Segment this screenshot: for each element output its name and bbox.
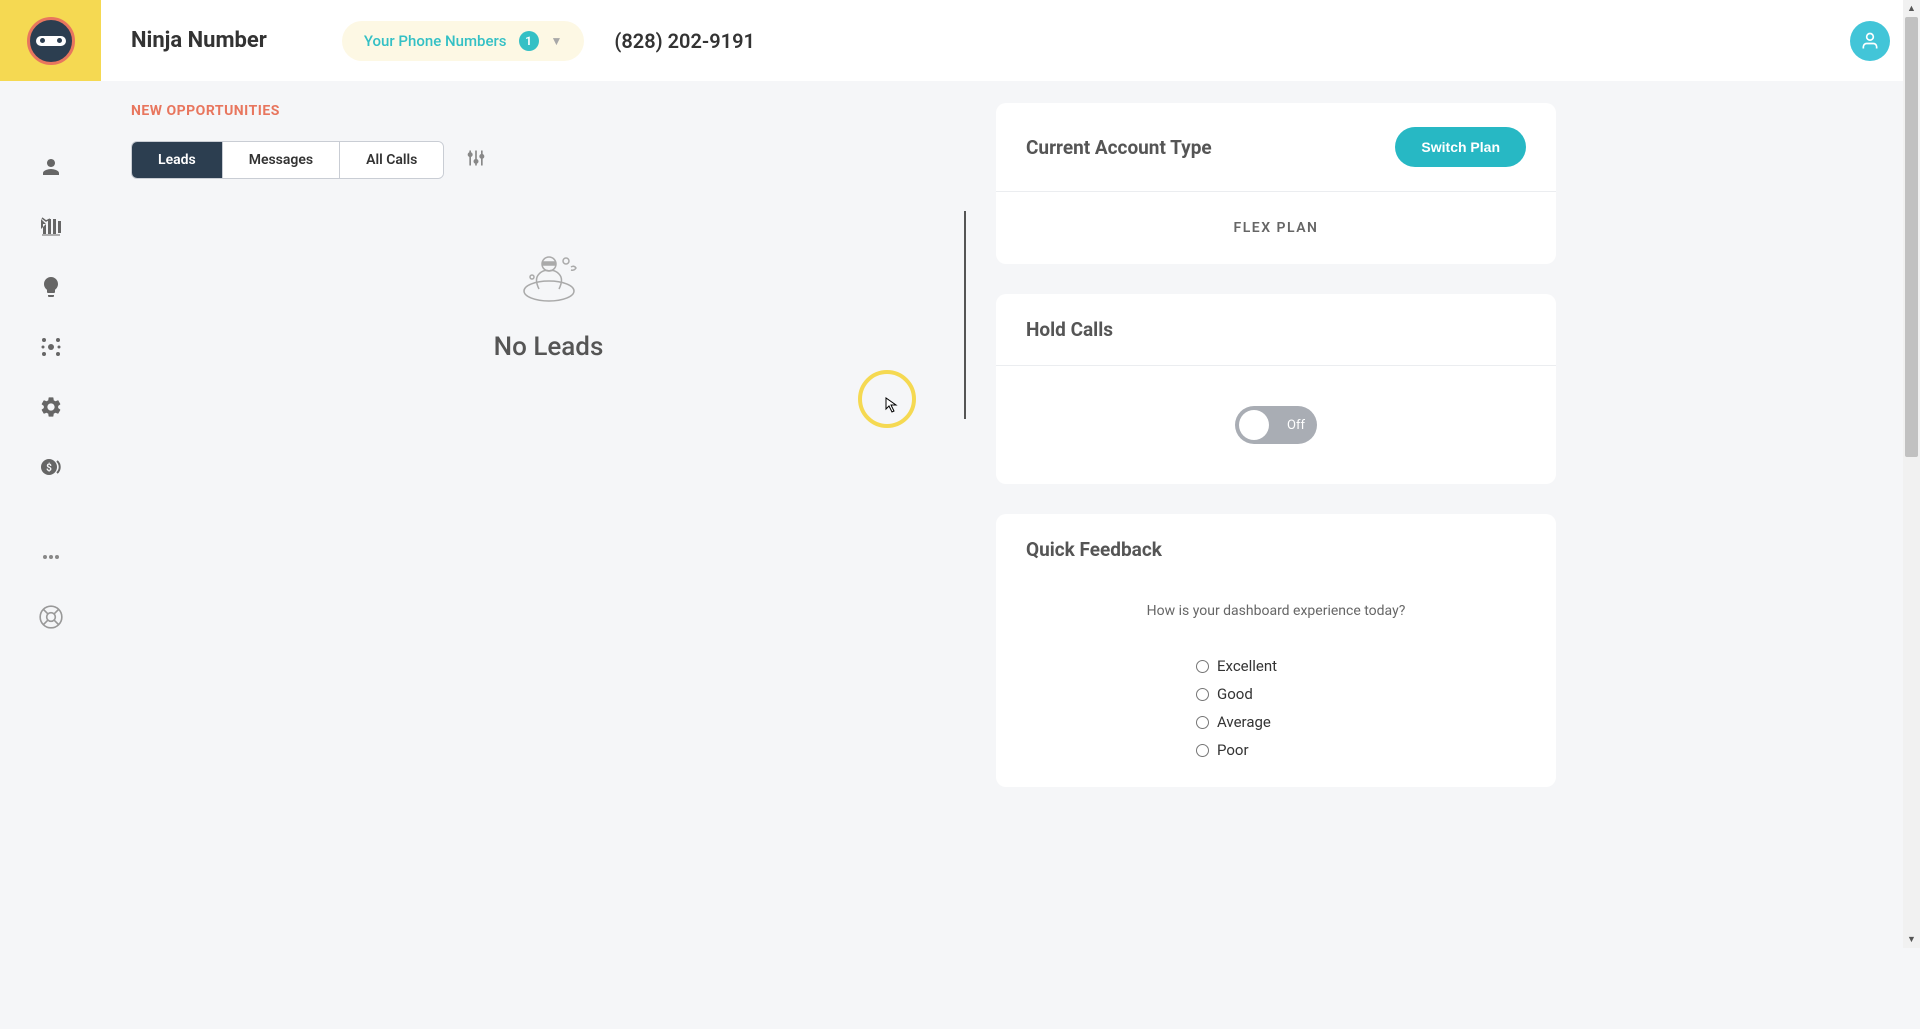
label-good: Good [1217,685,1253,703]
feedback-option-poor[interactable]: Poor [1196,741,1356,759]
filter-button[interactable] [466,148,486,172]
right-column: Current Account Type Switch Plan FLEX PL… [996,103,1556,787]
leads-area: No Leads [131,199,966,619]
main-content: NEW OPPORTUNITIES Leads Messages All Cal… [101,81,1920,809]
ninja-logo-icon [27,17,75,65]
sidebar-item-settings[interactable] [35,391,67,423]
tab-messages[interactable]: Messages [223,142,340,178]
sidebar-item-contacts[interactable] [35,151,67,183]
tab-all-calls[interactable]: All Calls [340,142,443,178]
lifebuoy-icon [38,604,64,630]
lightbulb-icon [39,275,63,299]
section-title: NEW OPPORTUNITIES [131,103,966,119]
phone-numbers-dropdown[interactable]: Your Phone Numbers 1 ▼ [342,21,585,61]
bar-chart-icon [39,215,63,239]
network-icon [39,335,63,359]
radio-poor[interactable] [1196,744,1209,757]
user-icon [1860,31,1880,51]
coins-icon: $ [39,455,63,479]
radio-excellent[interactable] [1196,660,1209,673]
account-type-card: Current Account Type Switch Plan FLEX PL… [996,103,1556,264]
sidebar-item-more[interactable] [35,541,67,573]
sidebar: $ [0,81,101,948]
inner-scrollbar[interactable] [964,211,966,419]
toggle-label: Off [1287,418,1305,433]
sidebar-item-help[interactable] [35,601,67,633]
feedback-header: Quick Feedback [996,514,1556,585]
plan-name: FLEX PLAN [1026,220,1526,236]
account-card-title: Current Account Type [1026,136,1212,159]
sidebar-item-insights[interactable] [35,271,67,303]
feedback-question: How is your dashboard experience today? [1026,603,1526,619]
label-excellent: Excellent [1217,657,1277,675]
switch-plan-button[interactable]: Switch Plan [1395,127,1526,167]
sidebar-item-network[interactable] [35,331,67,363]
toggle-knob [1239,410,1269,440]
scrollbar-thumb[interactable] [1905,17,1918,457]
gear-icon [39,395,63,419]
sidebar-item-analytics[interactable] [35,211,67,243]
feedback-option-average[interactable]: Average [1196,713,1356,731]
chevron-down-icon: ▼ [551,34,563,48]
scrollbar-up-arrow[interactable]: ▲ [1903,0,1920,17]
hold-calls-title: Hold Calls [1026,318,1113,341]
logo-box[interactable] [0,0,101,81]
radio-average[interactable] [1196,716,1209,729]
label-average: Average [1217,713,1271,731]
page-scrollbar[interactable]: ▲ ▼ [1903,0,1920,948]
hold-calls-toggle[interactable]: Off [1235,406,1317,444]
label-poor: Poor [1217,741,1249,759]
sliders-icon [466,148,486,168]
left-column: NEW OPPORTUNITIES Leads Messages All Cal… [131,103,966,787]
person-icon [39,155,63,179]
empty-state-text: No Leads [131,332,966,362]
top-header: Ninja Number Your Phone Numbers 1 ▼ (828… [101,0,1920,81]
feedback-options: Excellent Good Average Poor [1196,657,1356,759]
hold-calls-card: Hold Calls Off [996,294,1556,484]
tabs-group: Leads Messages All Calls [131,141,444,179]
scrollbar-down-arrow[interactable]: ▼ [1903,931,1920,948]
profile-button[interactable] [1850,21,1890,61]
feedback-body: How is your dashboard experience today? … [996,585,1556,787]
feedback-option-excellent[interactable]: Excellent [1196,657,1356,675]
tab-leads[interactable]: Leads [132,142,223,178]
phone-number-display: (828) 202-9191 [614,29,755,53]
ellipsis-icon [39,545,63,569]
phone-count-badge: 1 [519,31,539,51]
account-card-header: Current Account Type Switch Plan [996,103,1556,192]
hold-calls-body: Off [996,366,1556,484]
hold-calls-header: Hold Calls [996,294,1556,366]
account-card-body: FLEX PLAN [996,192,1556,264]
sidebar-item-billing[interactable]: $ [35,451,67,483]
feedback-card: Quick Feedback How is your dashboard exp… [996,514,1556,787]
feedback-title: Quick Feedback [1026,538,1162,561]
feedback-option-good[interactable]: Good [1196,685,1356,703]
empty-state-icon [509,249,589,304]
tabs-row: Leads Messages All Calls [131,141,966,179]
radio-good[interactable] [1196,688,1209,701]
app-title: Ninja Number [131,28,267,53]
phone-dropdown-label: Your Phone Numbers [364,32,507,50]
svg-text:$: $ [46,461,52,474]
